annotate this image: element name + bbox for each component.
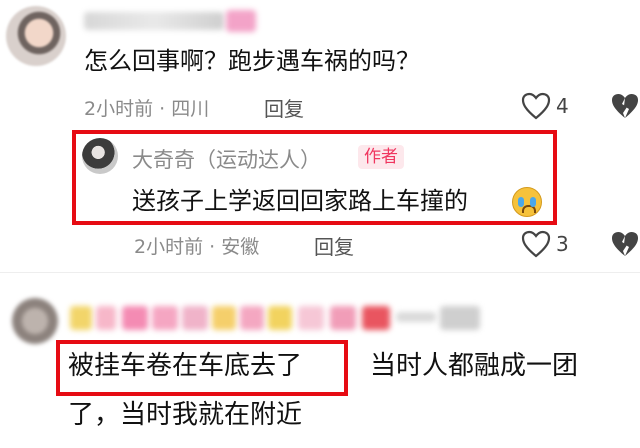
user-avatar[interactable] bbox=[12, 298, 58, 344]
author-avatar[interactable] bbox=[82, 138, 118, 174]
comment-time-location: 2小时前 · 四川 bbox=[84, 98, 210, 120]
comment-divider bbox=[0, 272, 640, 273]
broken-heart-icon[interactable] bbox=[610, 92, 640, 120]
like-count: 4 bbox=[556, 94, 569, 118]
author-name[interactable]: 大奇奇（运动达人） bbox=[132, 144, 321, 174]
broken-heart-icon[interactable] bbox=[610, 230, 640, 258]
heart-outline-icon[interactable] bbox=[521, 230, 551, 258]
user-badge-blurred bbox=[226, 10, 256, 32]
comment-text: 怎么回事啊？跑步遇车祸的吗？ bbox=[84, 47, 420, 75]
crying-emoji-icon bbox=[512, 187, 542, 217]
author-reply-button[interactable]: 回复 bbox=[314, 231, 354, 260]
heart-outline-icon[interactable] bbox=[521, 92, 551, 120]
comment-text-continued: 当时人都融成一团 bbox=[370, 351, 579, 381]
username-blurred bbox=[84, 12, 224, 30]
user-avatar[interactable] bbox=[6, 6, 66, 66]
author-badge: 作者 bbox=[358, 145, 404, 169]
author-reply-time-location: 2小时前 · 安徽 bbox=[134, 236, 260, 258]
like-count: 3 bbox=[556, 232, 569, 256]
reply-button[interactable]: 回复 bbox=[264, 93, 304, 122]
comment-text-line2: 了，当时我就在附近 bbox=[68, 400, 303, 430]
author-reply-text: 送孩子上学返回回家路上车撞的 bbox=[132, 187, 468, 215]
comment-text-highlight: 被挂车卷在车底去了 bbox=[68, 351, 303, 381]
